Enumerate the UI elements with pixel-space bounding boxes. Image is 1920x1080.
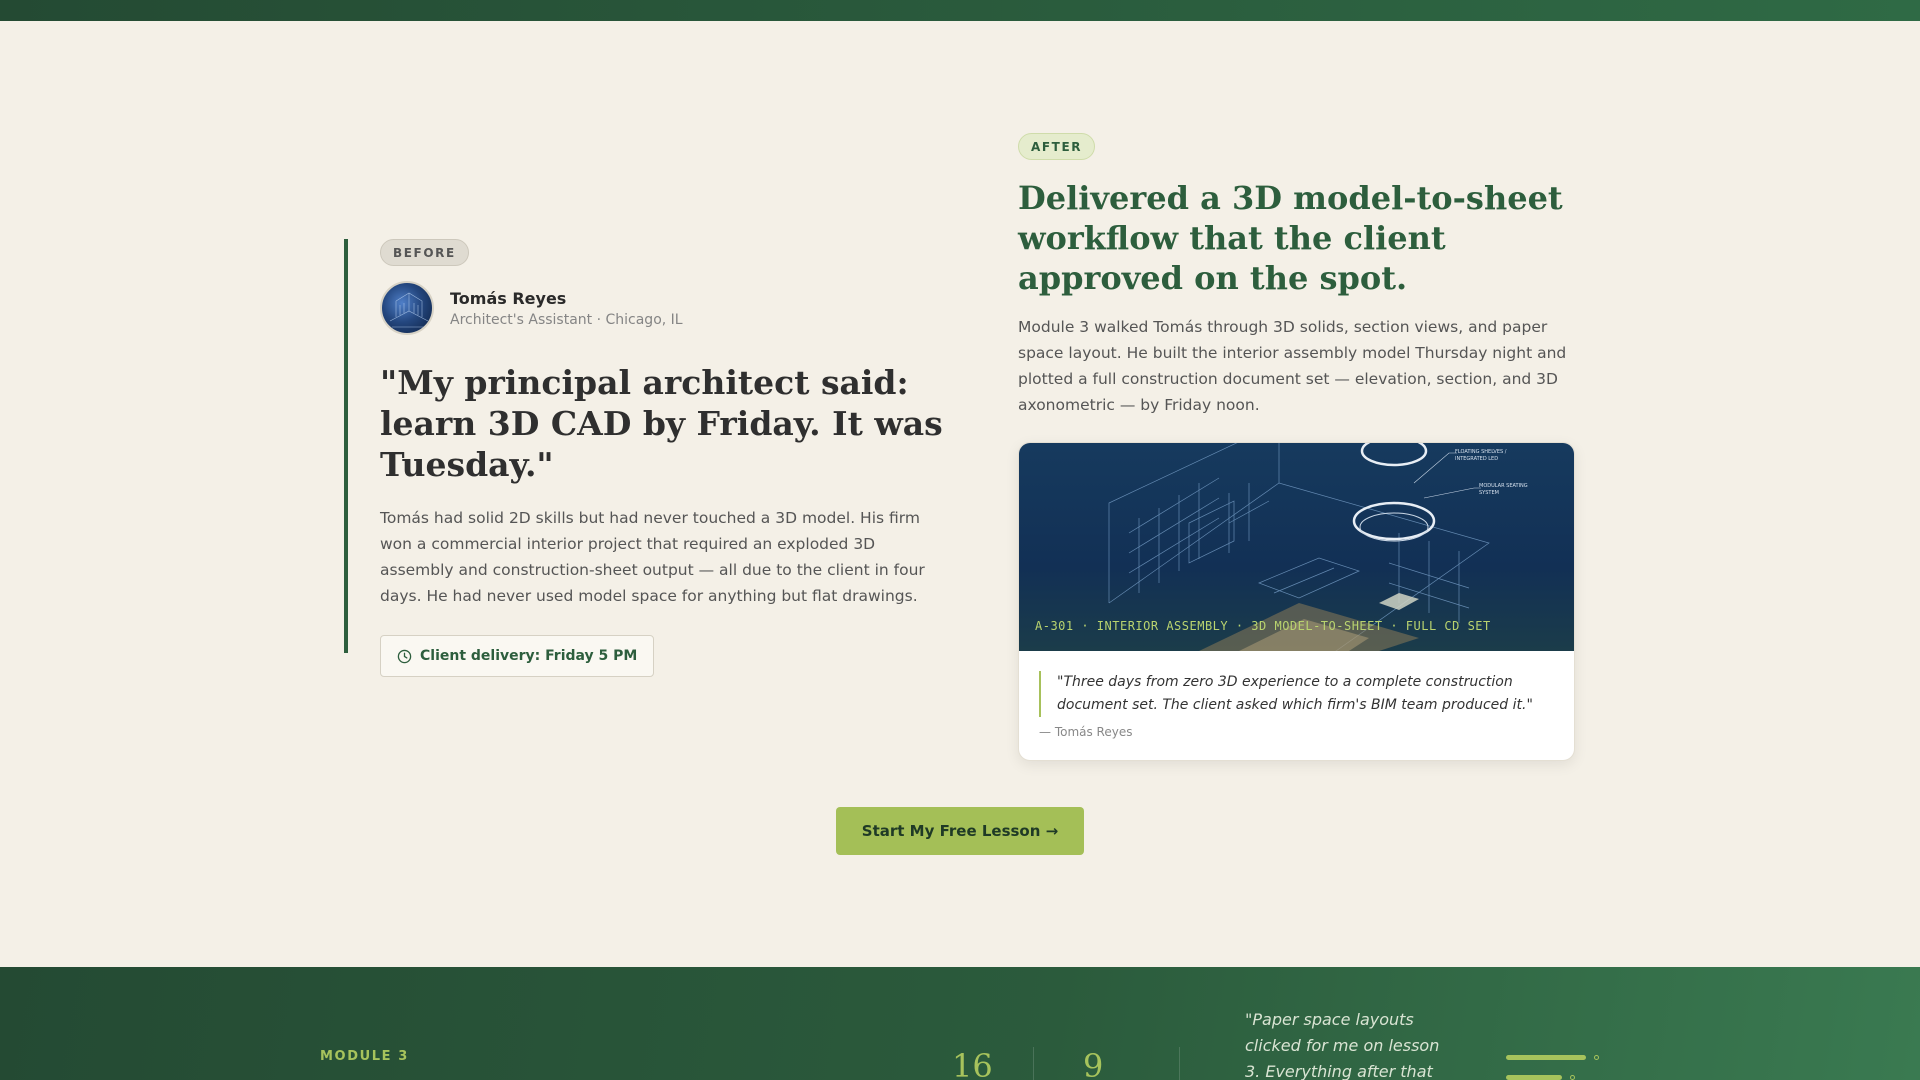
avatar-blueprint-icon <box>389 292 429 328</box>
stat-value-1: 16 <box>952 1047 993 1080</box>
stat-divider <box>1033 1047 1034 1080</box>
progress-dot <box>1594 1055 1599 1060</box>
person-block: Tomás Reyes Architect's Assistant · Chic… <box>380 281 964 335</box>
after-badge: AFTER <box>1018 133 1096 160</box>
annotation-shelves: FLOATING SHELVES / INTEGRATED LED <box>1455 449 1507 462</box>
result-card: FLOATING SHELVES / INTEGRATED LED MODULA… <box>1018 442 1575 761</box>
progress-bar <box>1506 1075 1562 1080</box>
testimonial-quote: "Three days from zero 3D experience to a… <box>1039 671 1554 717</box>
after-section: AFTER Delivered a 3D model-to-sheet work… <box>1018 133 1578 761</box>
deadline-badge: Client delivery: Friday 5 PM <box>380 635 655 677</box>
progress-dot <box>1570 1075 1575 1080</box>
before-quote: "My principal architect said: learn 3D C… <box>380 363 943 484</box>
after-body: Module 3 walked Tomás through 3D solids,… <box>1018 318 1567 414</box>
after-title: Delivered a 3D model-to-sheet workflow t… <box>1018 179 1563 297</box>
progress-bar <box>1506 1055 1586 1060</box>
before-body: Tomás had solid 2D skills but had never … <box>380 509 925 605</box>
stat-value-2: 9 <box>1083 1047 1104 1080</box>
drawing-caption: A-301 · INTERIOR ASSEMBLY · 3D MODEL-TO-… <box>1035 619 1491 633</box>
deadline-text: Client delivery: Friday 5 PM <box>420 648 638 664</box>
annotation-seating: MODULAR SEATING SYSTEM <box>1479 483 1528 496</box>
band-quote: "Paper space layouts clicked for me on l… <box>1245 1010 1440 1080</box>
clock-icon <box>397 649 412 663</box>
blueprint-image: FLOATING SHELVES / INTEGRATED LED MODULA… <box>1019 443 1574 651</box>
avatar <box>380 281 434 335</box>
module-band: MODULE 3 16 9 "Paper space layouts click… <box>0 967 1920 1080</box>
stat-divider <box>1179 1047 1180 1080</box>
person-role: Architect's Assistant · Chicago, IL <box>450 311 683 328</box>
start-free-lesson-button[interactable]: Start My Free Lesson → <box>836 807 1084 855</box>
module-label: MODULE 3 <box>320 1049 409 1064</box>
before-section: BEFORE Tomás Reyes Architect's Assistant… <box>344 239 964 677</box>
testimonial-author: — Tomás Reyes <box>1039 725 1133 739</box>
person-name: Tomás Reyes <box>450 288 567 308</box>
before-badge: BEFORE <box>380 239 469 266</box>
top-accent-bar <box>0 0 1920 21</box>
